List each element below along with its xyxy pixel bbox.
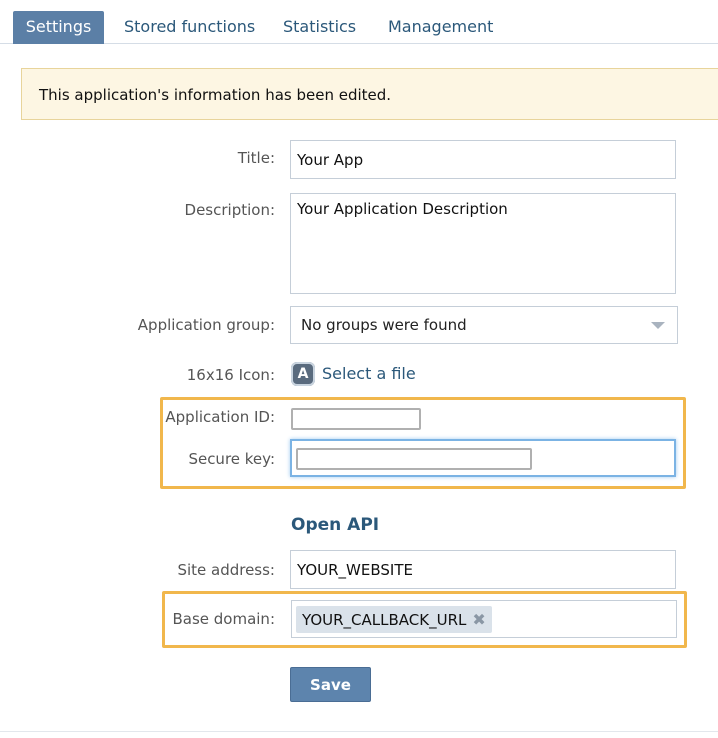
- description-label: Description:: [184, 201, 275, 219]
- divider: [0, 731, 718, 732]
- tab-settings[interactable]: Settings: [13, 11, 104, 44]
- site-address-input[interactable]: [290, 550, 676, 589]
- icon-label: 16x16 Icon:: [186, 366, 275, 384]
- tab-management[interactable]: Management: [374, 11, 507, 44]
- open-api-heading: Open API: [291, 515, 380, 535]
- site-address-label: Site address:: [177, 561, 275, 579]
- select-file-link[interactable]: Select a file: [322, 364, 416, 383]
- description-textarea[interactable]: Your Application Description: [290, 193, 676, 294]
- domain-chip-label: YOUR_CALLBACK_URL: [302, 611, 467, 629]
- domain-chip: YOUR_CALLBACK_URL ✖: [296, 606, 492, 633]
- secure-key-label: Secure key:: [188, 450, 275, 468]
- base-domain-input[interactable]: YOUR_CALLBACK_URL ✖: [291, 600, 677, 638]
- app-id-label: Application ID:: [165, 408, 275, 426]
- title-label: Title:: [237, 149, 275, 167]
- group-label: Application group:: [137, 316, 275, 334]
- group-select-value: No groups were found: [301, 316, 467, 334]
- tab-bar: Settings Stored functions Statistics Man…: [0, 0, 718, 44]
- app-icon: A: [291, 362, 315, 386]
- base-domain-label: Base domain:: [172, 610, 275, 628]
- edit-notice: This application's information has been …: [21, 68, 718, 120]
- group-select[interactable]: No groups were found: [290, 306, 678, 344]
- tab-statistics[interactable]: Statistics: [269, 11, 370, 44]
- secure-key-input[interactable]: [290, 439, 676, 477]
- app-id-field: [291, 408, 421, 430]
- close-icon[interactable]: ✖: [472, 606, 485, 633]
- save-button[interactable]: Save: [290, 667, 371, 702]
- chevron-down-icon: [651, 322, 665, 329]
- title-input[interactable]: [290, 140, 676, 179]
- secure-key-value: [296, 448, 532, 470]
- tab-stored-functions[interactable]: Stored functions: [110, 11, 269, 44]
